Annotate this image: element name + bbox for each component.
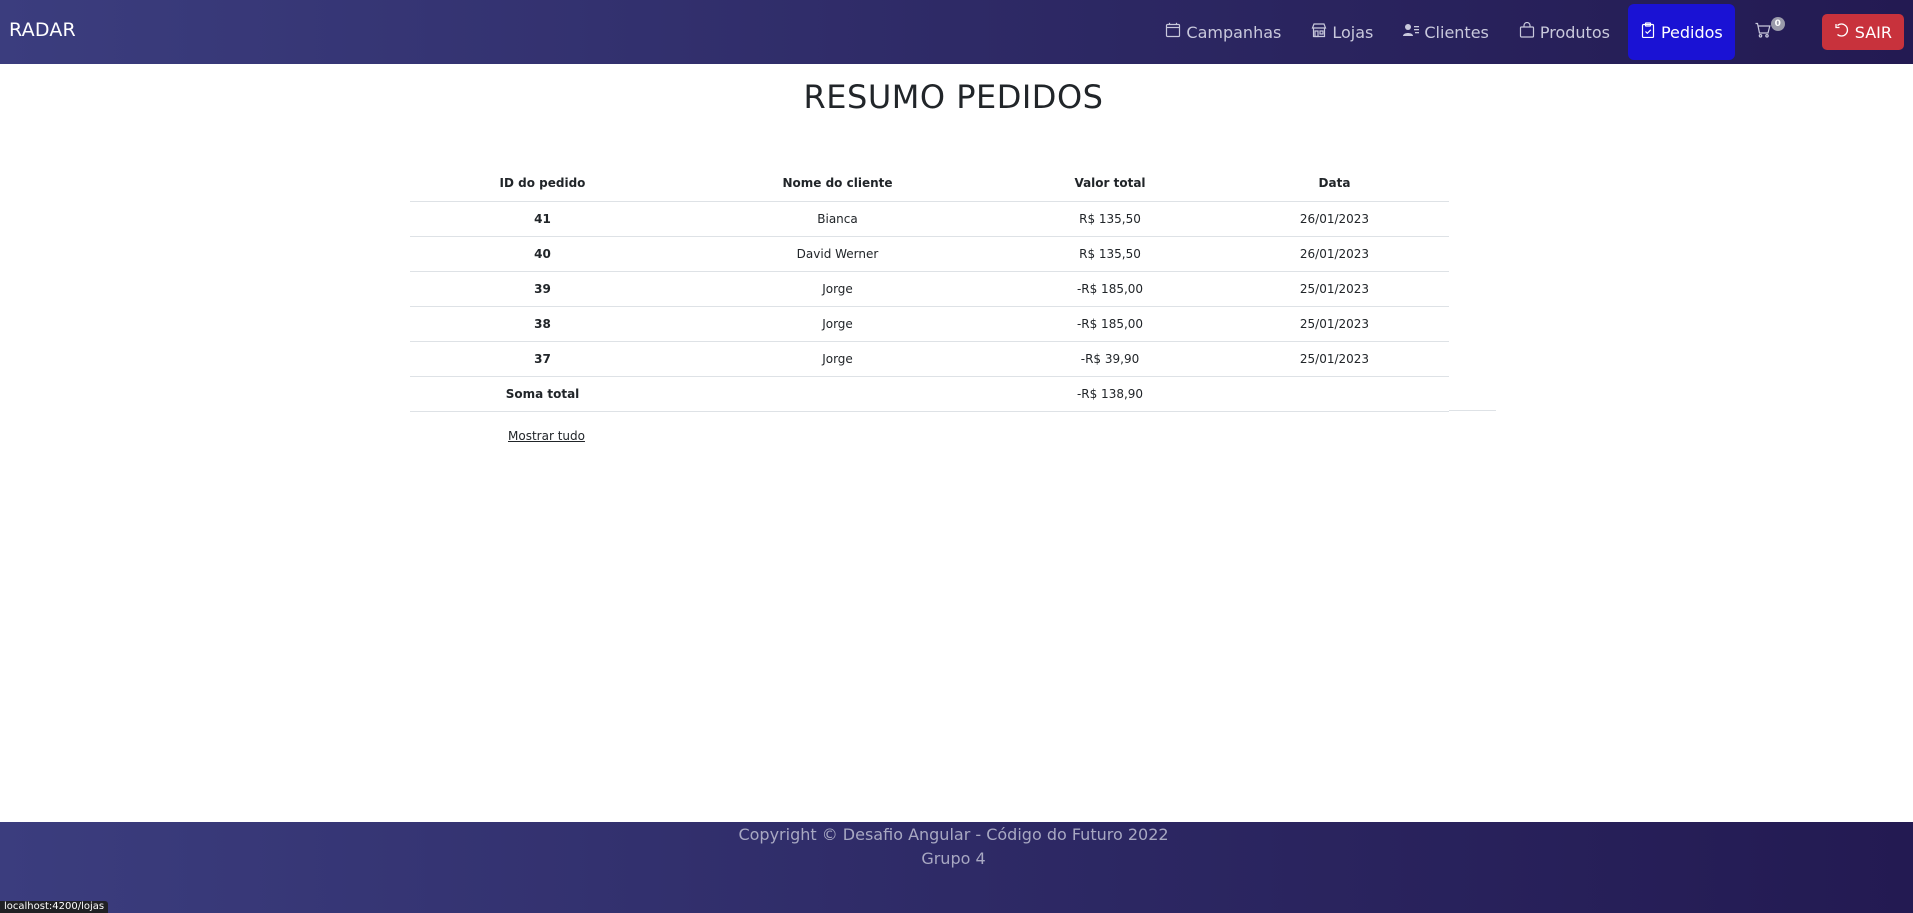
browser-status-url: localhost:4200/lojas [0, 901, 108, 913]
order-total: R$ 135,50 [1000, 236, 1220, 272]
nav-item-label: Lojas [1332, 22, 1374, 42]
column-header-id: ID do pedido [410, 165, 675, 202]
order-date: 25/01/2023 [1220, 271, 1449, 307]
person-lines-icon [1403, 22, 1420, 42]
table-row: 40 David Werner R$ 135,50 26/01/2023 [410, 236, 1449, 272]
orders-table: ID do pedido Nome do cliente Valor total… [410, 165, 1449, 412]
nav-item-label: Produtos [1539, 22, 1610, 42]
footer-copyright: Copyright © Desafio Angular - Código do … [738, 825, 1169, 844]
column-header-date: Data [1220, 165, 1449, 202]
shop-icon [1311, 22, 1327, 42]
order-date: 26/01/2023 [1220, 201, 1449, 237]
nav-item-pedidos[interactable]: Pedidos [1627, 4, 1735, 60]
nav-item-clientes[interactable]: Clientes [1391, 4, 1501, 60]
table-row: 39 Jorge -R$ 185,00 25/01/2023 [410, 271, 1449, 307]
order-id: 37 [410, 341, 675, 377]
order-date: 25/01/2023 [1220, 341, 1449, 377]
client-name: Jorge [675, 306, 1000, 342]
column-header-client: Nome do cliente [675, 165, 1000, 202]
total-label: Soma total [410, 376, 675, 412]
nav-item-lojas[interactable]: Lojas [1299, 4, 1385, 60]
nav-item-label: Clientes [1424, 22, 1489, 42]
page-title: RESUMO PEDIDOS [803, 78, 1104, 116]
order-total: -R$ 39,90 [1000, 341, 1220, 377]
footer-group: Grupo 4 [921, 849, 986, 868]
calendar-icon [1165, 22, 1181, 42]
table-header-row: ID do pedido Nome do cliente Valor total… [410, 165, 1449, 202]
clipboard-icon [1640, 22, 1656, 42]
nav-item-campanhas[interactable]: Campanhas [1153, 4, 1293, 60]
order-id: 38 [410, 306, 675, 342]
brand-logo[interactable]: RADAR [9, 19, 76, 41]
order-date: 25/01/2023 [1220, 306, 1449, 342]
nav-menu: Campanhas Lojas Clientes Produtos Pedido… [1150, 0, 1913, 64]
logout-button[interactable]: SAIR [1821, 14, 1904, 50]
order-total: R$ 135,50 [1000, 201, 1220, 237]
cart-button[interactable]: 0 [1741, 4, 1785, 60]
bag-icon [1519, 21, 1535, 42]
divider [1449, 410, 1496, 411]
table-row: 38 Jorge -R$ 185,00 25/01/2023 [410, 306, 1449, 342]
client-name: David Werner [675, 236, 1000, 272]
logout-label: SAIR [1854, 22, 1892, 42]
table-row: 37 Jorge -R$ 39,90 25/01/2023 [410, 341, 1449, 377]
total-row: Soma total -R$ 138,90 [410, 376, 1449, 412]
footer: Copyright © Desafio Angular - Código do … [0, 822, 1913, 913]
cart-count-badge: 0 [1770, 17, 1785, 31]
client-name: Jorge [675, 341, 1000, 377]
nav-item-produtos[interactable]: Produtos [1507, 4, 1622, 60]
column-header-total: Valor total [1000, 165, 1220, 202]
nav-item-label: Pedidos [1660, 22, 1723, 42]
total-empty-cell [675, 376, 1000, 412]
order-total: -R$ 185,00 [1000, 306, 1220, 342]
total-empty-cell [1220, 376, 1449, 412]
order-id: 39 [410, 271, 675, 307]
table-row: 41 Bianca R$ 135,50 26/01/2023 [410, 201, 1449, 237]
order-id: 41 [410, 201, 675, 237]
top-navbar: RADAR Campanhas Lojas Clientes Produtos [0, 0, 1913, 64]
order-date: 26/01/2023 [1220, 236, 1449, 272]
order-id: 40 [410, 236, 675, 272]
show-all-link[interactable]: Mostrar tudo [508, 429, 585, 443]
client-name: Jorge [675, 271, 1000, 307]
logout-icon [1834, 22, 1850, 42]
order-total: -R$ 185,00 [1000, 271, 1220, 307]
cart-icon [1755, 22, 1771, 42]
total-value: -R$ 138,90 [1000, 376, 1220, 412]
nav-item-label: Campanhas [1186, 22, 1282, 42]
client-name: Bianca [675, 201, 1000, 237]
